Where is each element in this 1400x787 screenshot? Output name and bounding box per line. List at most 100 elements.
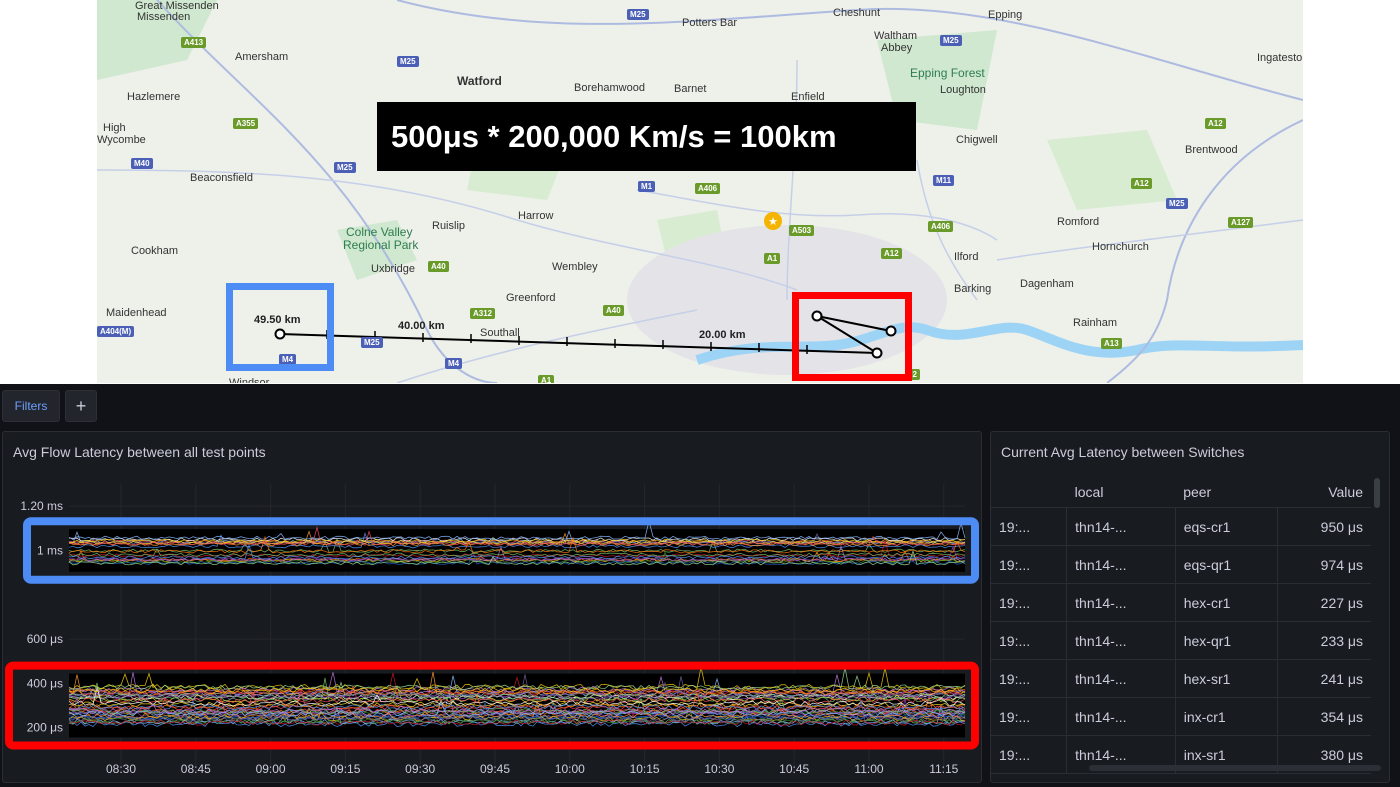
cell-local: thn14-...: [1066, 697, 1176, 736]
cell-peer: eqs-qr1: [1175, 545, 1279, 584]
place-label: Hazlemere: [127, 91, 181, 103]
road-shield: M25: [627, 9, 649, 20]
dashboard: Filters + Avg Flow Latency between all t…: [0, 384, 1400, 787]
place-label: Barnet: [674, 83, 707, 95]
table-row: 19:... thn14-... inx-cr1 354 μs: [991, 697, 1371, 736]
road-shield: A40: [428, 261, 449, 272]
road-shield: A40: [603, 305, 624, 316]
road-shield: M25: [361, 337, 383, 348]
column-header-time[interactable]: [991, 477, 1067, 508]
x-tick-label: 10:00: [555, 762, 585, 776]
latency-chart-panel: Avg Flow Latency between all test points…: [2, 431, 982, 783]
place-label: Chigwell: [956, 134, 998, 146]
svg-text:★: ★: [768, 215, 778, 228]
cell-local: thn14-...: [1066, 545, 1176, 584]
park-label: Colne Valley: [346, 225, 413, 239]
place-label: Waltham: [874, 30, 917, 42]
place-label: Hornchurch: [1092, 241, 1149, 253]
table-row: 19:... thn14-... eqs-cr1 950 μs: [991, 507, 1371, 546]
place-label: Wycombe: [97, 134, 146, 146]
road-shield: M40: [131, 158, 153, 169]
road-shield: M11: [933, 175, 955, 186]
road-shield: M4: [445, 358, 463, 369]
road-shield: A413: [181, 37, 207, 48]
road-shield: A12: [1131, 178, 1152, 189]
table-horizontal-scrollbar[interactable]: [1089, 765, 1381, 771]
road-shield: A12: [881, 248, 902, 259]
cell-local: thn14-...: [1066, 621, 1176, 660]
road-shield: A312: [470, 308, 496, 319]
place-label: Romford: [1057, 216, 1100, 228]
cell-peer: eqs-cr1: [1175, 507, 1279, 546]
column-header-value[interactable]: Value: [1277, 477, 1371, 508]
add-filter-button[interactable]: +: [65, 390, 97, 422]
table-header-row: local peer Value: [991, 477, 1371, 508]
table-row: 19:... thn14-... hex-cr1 227 μs: [991, 583, 1371, 622]
place-label: Maidenhead: [106, 307, 167, 319]
x-tick-label: 08:30: [106, 762, 136, 776]
table-row: 19:... thn14-... hex-sr1 241 μs: [991, 659, 1371, 698]
road-shield: A404(M): [97, 326, 135, 337]
x-tick-label: 10:30: [704, 762, 734, 776]
latency-formula-banner: 500μs * 200,000 Km/s = 100km: [377, 102, 916, 171]
column-header-local[interactable]: local: [1066, 477, 1176, 508]
place-label: Wembley: [552, 261, 598, 273]
place-label: Missenden: [137, 11, 191, 23]
y-tick-label: 600 μs: [27, 632, 63, 646]
cell-time: 19:...: [991, 659, 1068, 698]
y-tick-label: 400 μs: [27, 676, 63, 690]
road-shield: A12: [1205, 118, 1226, 129]
high-band-series: [68, 520, 966, 566]
y-tick-label: 1.20 ms: [20, 499, 63, 513]
cell-value: 950 μs: [1277, 507, 1371, 546]
place-label: Rainham: [1073, 317, 1118, 329]
cell-peer: hex-cr1: [1175, 583, 1279, 622]
cell-peer: hex-sr1: [1175, 659, 1279, 698]
column-header-peer[interactable]: peer: [1175, 477, 1278, 508]
cell-local: thn14-...: [1066, 659, 1176, 698]
road-shield: A1: [764, 253, 781, 264]
road-shield: A355: [233, 118, 259, 129]
london-area-highlight-box: [792, 292, 912, 381]
cell-time: 19:...: [991, 545, 1068, 584]
cell-value: 974 μs: [1277, 545, 1371, 584]
place-label: Greenford: [506, 292, 556, 304]
place-label: Uxbridge: [371, 263, 416, 275]
x-tick-label: 10:45: [779, 762, 809, 776]
cell-peer: hex-qr1: [1175, 621, 1279, 660]
place-label: Southall: [480, 327, 520, 339]
road-shield: A406: [695, 183, 721, 194]
x-tick-label: 09:15: [330, 762, 360, 776]
x-tick-label: 10:15: [630, 762, 660, 776]
x-tick-label: 09:30: [405, 762, 435, 776]
latency-table-panel: Current Avg Latency between Switches loc…: [990, 431, 1390, 783]
place-label: Windsor: [229, 377, 270, 383]
place-label: Cheshunt: [833, 7, 881, 19]
place-label: High: [103, 122, 126, 134]
cell-peer: inx-cr1: [1175, 697, 1279, 736]
place-label: Brentwood: [1185, 144, 1238, 156]
cell-value: 241 μs: [1277, 659, 1371, 698]
cell-time: 19:...: [991, 697, 1068, 736]
park-label: Regional Park: [343, 238, 419, 252]
place-label: Epping: [988, 9, 1023, 21]
y-tick-label: 200 μs: [27, 721, 63, 735]
road-shield: A406: [928, 221, 954, 232]
latency-chart[interactable]: 1.20 ms 1 ms 600 μs 400 μs 200 μs 08:30 08:45 0…: [3, 432, 983, 784]
filters-button[interactable]: Filters: [2, 390, 60, 422]
cell-time: 19:...: [991, 507, 1068, 546]
bold-place-label: Watford: [457, 74, 502, 88]
cell-value: 354 μs: [1277, 697, 1371, 736]
road-shield: A503: [789, 225, 815, 236]
table-vertical-scrollbar[interactable]: [1374, 478, 1380, 508]
place-label: Dagenham: [1020, 278, 1074, 290]
place-label: Abbey: [881, 42, 913, 54]
place-label: Borehamwood: [574, 82, 645, 94]
place-label: Barking: [954, 283, 992, 295]
place-label: Harrow: [518, 210, 554, 222]
table-title: Current Avg Latency between Switches: [1001, 444, 1245, 460]
place-label: Amersham: [235, 51, 289, 63]
place-label: Ruislip: [432, 220, 466, 232]
road-shield: M25: [1166, 198, 1188, 209]
cell-value: 227 μs: [1277, 583, 1371, 622]
